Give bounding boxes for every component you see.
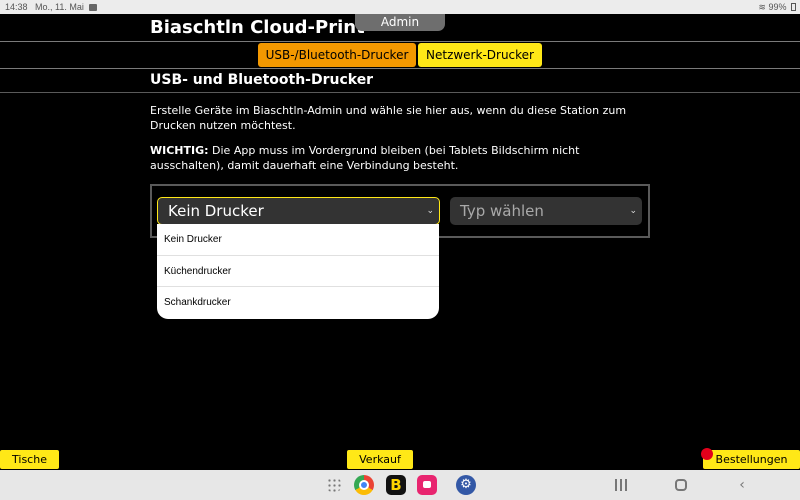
app-title: Biaschtln Cloud-Print: [150, 17, 365, 38]
chevron-down-icon: ⌄: [426, 206, 434, 216]
printer-dropdown-list: Kein Drucker Küchendrucker Schankdrucker: [157, 224, 439, 319]
divider: [0, 68, 800, 69]
back-icon[interactable]: ‹: [735, 475, 749, 495]
tab-network[interactable]: Netzwerk-Drucker: [418, 43, 542, 67]
settings-icon[interactable]: ⚙: [456, 475, 476, 495]
home-icon[interactable]: [675, 479, 687, 491]
status-bar: 14:38 Mo., 11. Mai ≋ 99%: [0, 0, 800, 14]
dropdown-option[interactable]: Kein Drucker: [157, 224, 439, 256]
printer-select-value: Kein Drucker: [168, 202, 264, 220]
warning-text: WICHTIG: Die App muss im Vordergrund ble…: [150, 143, 650, 173]
battery-icon: [791, 3, 796, 11]
chevron-down-icon: ⌄: [629, 206, 637, 216]
status-date: Mo., 11. Mai: [35, 2, 84, 12]
divider: [0, 92, 800, 93]
sales-button[interactable]: Verkauf: [347, 450, 413, 469]
dropdown-option[interactable]: Schankdrucker: [157, 287, 439, 319]
status-time: 14:38: [5, 2, 28, 12]
status-bar-left: 14:38 Mo., 11. Mai: [5, 0, 98, 14]
tab-usb-bluetooth[interactable]: USB-/Bluetooth-Drucker: [258, 43, 416, 67]
dropdown-option[interactable]: Küchendrucker: [157, 256, 439, 287]
admin-tab[interactable]: Admin: [355, 14, 445, 31]
tables-button[interactable]: Tische: [0, 450, 59, 469]
section-title: USB- und Bluetooth-Drucker: [150, 72, 374, 88]
gallery-notification-icon: [89, 4, 98, 11]
chrome-icon[interactable]: [354, 475, 374, 495]
warning-label: WICHTIG:: [150, 144, 209, 157]
warning-body: Die App muss im Vordergrund bleiben (bei…: [150, 144, 580, 172]
status-bar-right: ≋ 99%: [758, 0, 796, 14]
orders-button[interactable]: Bestellungen: [703, 450, 800, 469]
intro-text: Erstelle Geräte im Biaschtln-Admin und w…: [150, 104, 627, 132]
camera-app-icon[interactable]: [417, 475, 437, 495]
divider: [0, 41, 800, 42]
notification-dot: [701, 448, 713, 460]
biaschtln-app-icon[interactable]: B: [386, 475, 406, 495]
recent-apps-icon[interactable]: [615, 479, 627, 491]
wifi-icon: ≋: [758, 2, 766, 12]
type-select-placeholder: Typ wählen: [460, 202, 544, 220]
system-nav-bar: B ⚙ ‹: [0, 470, 800, 500]
battery-level: 99%: [768, 2, 787, 12]
app-drawer-icon[interactable]: [327, 478, 341, 492]
printer-select[interactable]: Kein Drucker ⌄: [157, 197, 440, 225]
type-select[interactable]: Typ wählen ⌄: [450, 197, 642, 225]
